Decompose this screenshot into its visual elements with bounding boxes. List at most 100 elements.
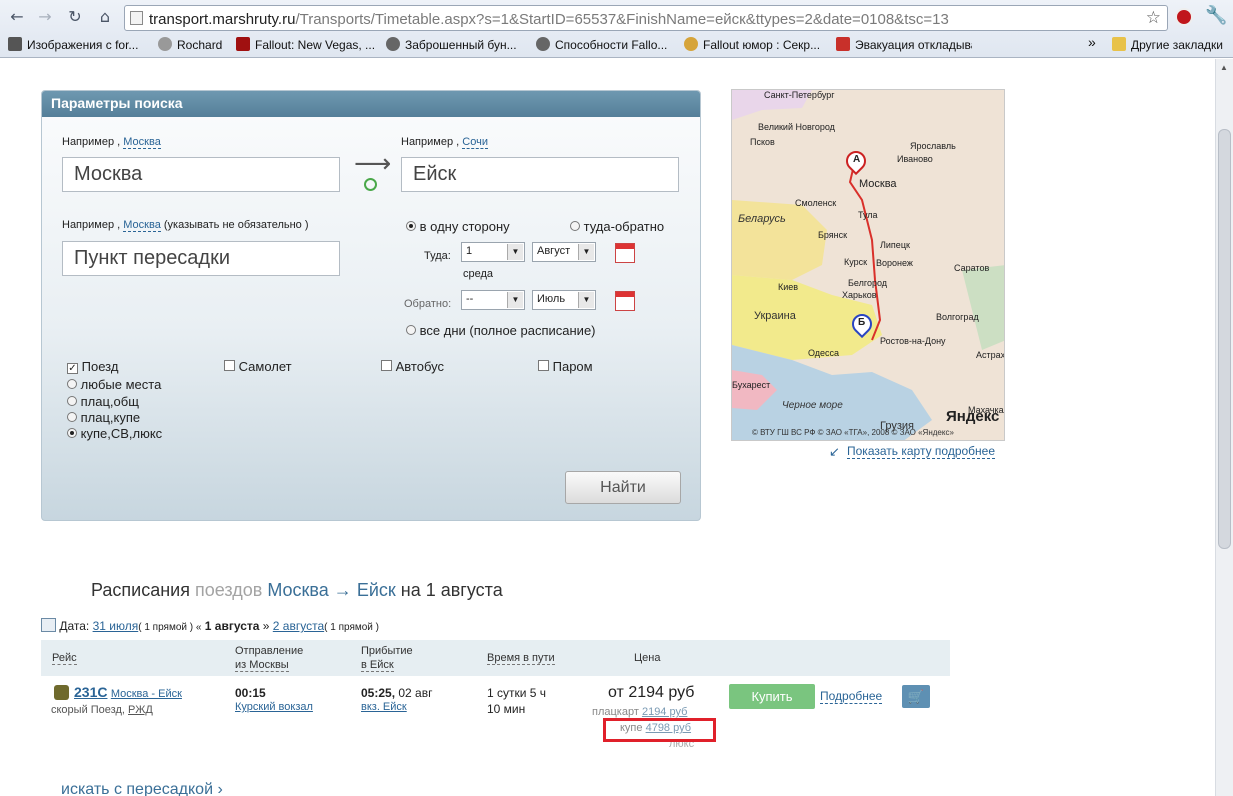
ferry-option[interactable]: Паром bbox=[538, 359, 593, 374]
train-number-link[interactable]: 231С bbox=[74, 684, 107, 700]
all-days-option[interactable]: все дни (полное расписание) bbox=[406, 323, 596, 338]
column-arrival[interactable]: Прибытие в Ейск bbox=[361, 644, 413, 672]
seat-option[interactable]: плац,общ bbox=[67, 394, 139, 409]
panel-title: Параметры поиска bbox=[42, 91, 700, 117]
bus-option[interactable]: Автобус bbox=[381, 359, 444, 374]
bookmark-icon bbox=[386, 37, 400, 51]
from-example-link[interactable]: Москва bbox=[123, 136, 161, 149]
adblock-icon[interactable] bbox=[1175, 8, 1193, 26]
bookmark-item[interactable]: Способности Fallo... bbox=[536, 37, 667, 52]
buy-button[interactable]: Купить bbox=[729, 684, 815, 709]
duration-line1: 1 сутки 5 ч bbox=[487, 686, 547, 700]
address-bar[interactable]: transport.marshruty.ru/Transports/Timeta… bbox=[124, 5, 1168, 31]
wrench-icon[interactable]: 🔧 bbox=[1205, 5, 1227, 26]
cart-icon[interactable]: 🛒 bbox=[902, 685, 930, 708]
scrollbar[interactable]: ▲ bbox=[1215, 59, 1233, 796]
weekday-text: среда bbox=[463, 268, 494, 280]
calendar-icon[interactable] bbox=[615, 243, 635, 263]
back-day-select[interactable]: -- ▼ bbox=[461, 290, 525, 310]
train-checkbox[interactable]: ✓ bbox=[67, 363, 78, 374]
city-label: Киев bbox=[778, 282, 799, 292]
departure-station-link[interactable]: Курский вокзал bbox=[235, 701, 313, 713]
to-example-link[interactable]: Сочи bbox=[462, 136, 488, 149]
seat-option[interactable]: любые места bbox=[67, 377, 161, 392]
carrier-link[interactable]: РЖД bbox=[128, 704, 153, 716]
city-label: Великий Новгород bbox=[758, 122, 835, 132]
plane-checkbox[interactable] bbox=[224, 360, 235, 371]
all-days-radio[interactable] bbox=[406, 325, 416, 335]
calendar-icon[interactable] bbox=[615, 291, 635, 311]
city-label: Ярославль bbox=[910, 141, 956, 151]
one-way-option[interactable]: в одну сторону bbox=[406, 219, 510, 234]
city-label: Липецк bbox=[880, 240, 910, 250]
next-date-link[interactable]: 2 августа bbox=[273, 619, 324, 633]
back-icon[interactable]: ← bbox=[6, 6, 28, 28]
bookmark-item[interactable]: Эвакуация откладывается bbox=[836, 37, 972, 52]
transfer-input[interactable]: Пункт пересадки bbox=[62, 241, 340, 276]
highlight-box bbox=[603, 718, 716, 742]
scroll-up-icon[interactable]: ▲ bbox=[1220, 63, 1228, 72]
other-bookmarks[interactable]: Другие закладки bbox=[1112, 37, 1223, 52]
city-label: Волгоград bbox=[936, 312, 979, 322]
swap-icon[interactable] bbox=[364, 178, 377, 191]
country-label: Беларусь bbox=[738, 213, 786, 225]
bookmark-item[interactable]: Fallout: New Vegas, ... bbox=[236, 37, 375, 52]
column-route[interactable]: Рейс bbox=[52, 651, 77, 665]
find-button[interactable]: Найти bbox=[565, 471, 681, 504]
url-text[interactable]: transport.marshruty.ru/Transports/Timeta… bbox=[149, 11, 949, 28]
round-trip-option[interactable]: туда-обратно bbox=[570, 219, 664, 234]
calendar-icon[interactable] bbox=[41, 618, 56, 632]
train-route-link[interactable]: Москва - Ейск bbox=[111, 688, 182, 700]
sea-label: Черное море bbox=[782, 400, 843, 411]
ferry-checkbox[interactable] bbox=[538, 360, 549, 371]
prev-date-link[interactable]: 31 июля bbox=[93, 619, 139, 633]
train-option[interactable]: ✓ Поезд bbox=[67, 359, 118, 374]
platz-price-link[interactable]: 2194 руб bbox=[642, 706, 687, 718]
from-input[interactable]: Москва bbox=[62, 157, 340, 192]
forward-icon[interactable]: → bbox=[34, 6, 56, 28]
plane-option[interactable]: Самолет bbox=[224, 359, 292, 374]
route-map[interactable]: Санкт-Петербург Великий Новгород Псков Я… bbox=[731, 89, 1005, 441]
bookmark-icon bbox=[536, 37, 550, 51]
show-map-link[interactable]: Показать карту подробнее bbox=[847, 444, 996, 459]
city-label: Харьков bbox=[842, 290, 877, 300]
seat-option[interactable]: плац,купе bbox=[67, 410, 140, 425]
round-trip-radio[interactable] bbox=[570, 221, 580, 231]
scrollbar-thumb[interactable] bbox=[1218, 129, 1231, 549]
home-icon[interactable]: ⌂ bbox=[94, 6, 116, 28]
one-way-radio[interactable] bbox=[406, 221, 416, 231]
chevron-down-icon: ▼ bbox=[578, 244, 594, 260]
bus-checkbox[interactable] bbox=[381, 360, 392, 371]
there-day-select[interactable]: 1 ▼ bbox=[461, 242, 525, 262]
from-hint: Например , Москва bbox=[62, 136, 161, 149]
url-path: /Transports/Timetable.aspx?s=1&StartID=6… bbox=[295, 11, 949, 28]
bookmark-item[interactable]: Fallout юмор : Секр... bbox=[684, 37, 820, 52]
transfer-example-link[interactable]: Москва bbox=[123, 219, 161, 232]
to-input[interactable]: Ейск bbox=[401, 157, 679, 192]
details-link[interactable]: Подробнее bbox=[820, 689, 883, 704]
city-label: Ростов-на-Дону bbox=[880, 336, 946, 346]
city-label: Брянск bbox=[818, 230, 848, 240]
url-host: transport.marshruty.ru bbox=[149, 11, 296, 28]
transfer-search-link[interactable]: искать с пересадкой › bbox=[61, 781, 223, 796]
seat-option[interactable]: купе,СВ,люкс bbox=[67, 426, 162, 441]
bookmarks-more[interactable]: » bbox=[1088, 34, 1096, 50]
table-header: Рейс Отправление из Москвы Прибытие в Ейск… bbox=[41, 640, 950, 676]
column-departure[interactable]: Отправление из Москвы bbox=[235, 644, 303, 672]
yandex-logo: Яндекс bbox=[946, 408, 1000, 425]
bookmark-item[interactable]: Изображения с for... bbox=[8, 37, 138, 52]
back-month-select[interactable]: Июль ▼ bbox=[532, 290, 596, 310]
star-icon[interactable]: ☆ bbox=[1146, 8, 1161, 28]
bookmark-item[interactable]: Заброшенный бун... bbox=[386, 37, 517, 52]
train-icon bbox=[54, 685, 69, 700]
city-label: Бухарест bbox=[732, 380, 771, 390]
arrival-station-link[interactable]: вкз. Ейск bbox=[361, 701, 407, 713]
transfer-hint: Например , Москва (указывать не обязател… bbox=[62, 219, 309, 232]
column-duration[interactable]: Время в пути bbox=[487, 651, 555, 665]
bookmark-icon bbox=[8, 37, 22, 51]
expand-map-icon[interactable]: ↙ bbox=[829, 444, 840, 460]
chevron-down-icon: ▼ bbox=[507, 292, 523, 308]
reload-icon[interactable]: ↻ bbox=[64, 6, 86, 28]
bookmark-item[interactable]: Rochard bbox=[158, 37, 222, 52]
there-month-select[interactable]: Август ▼ bbox=[532, 242, 596, 262]
